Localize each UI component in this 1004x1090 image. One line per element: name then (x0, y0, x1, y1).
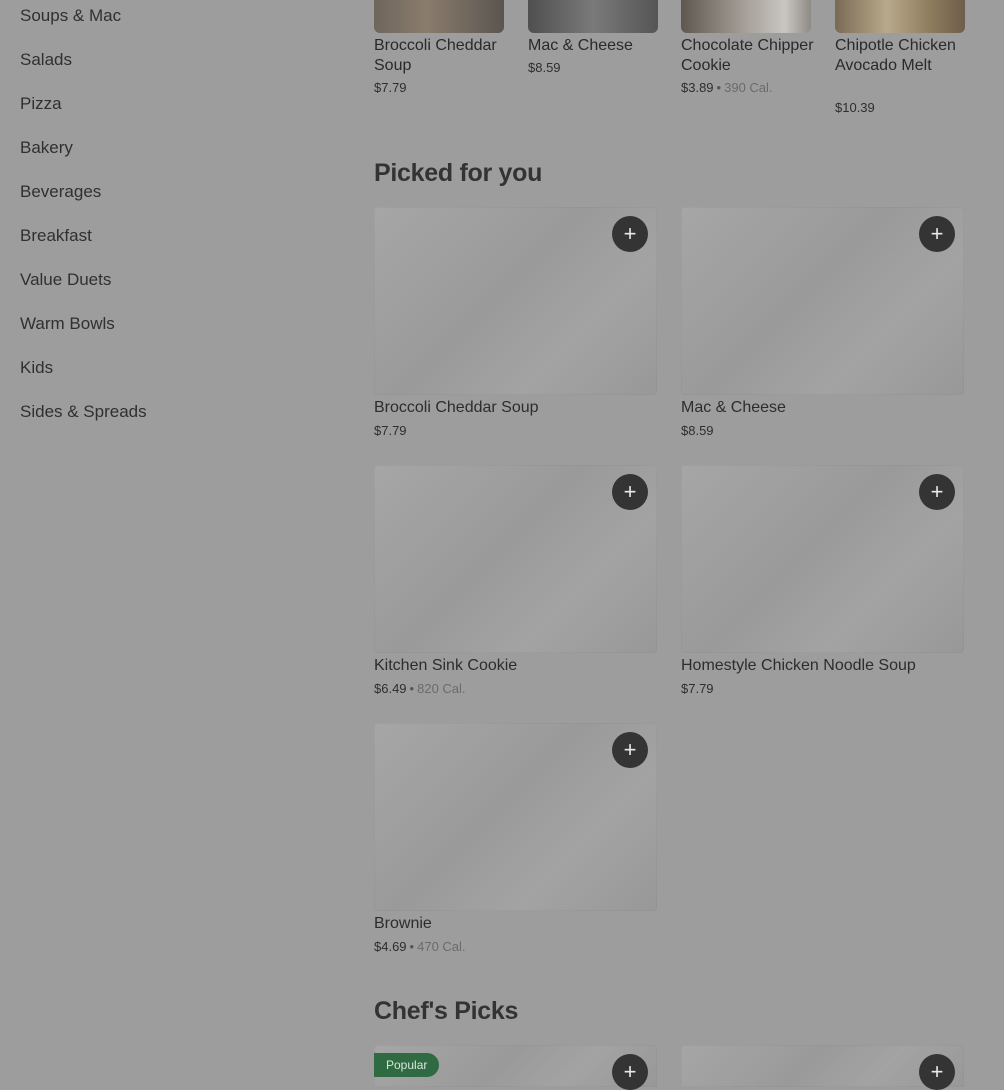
menu-card-calories: 470 Cal. (417, 939, 466, 954)
plus-icon: + (930, 479, 944, 504)
sidebar-item-warm-bowls[interactable]: Warm Bowls (20, 314, 115, 334)
popular-badge: Popular (374, 1053, 440, 1077)
menu-card-name: Kitchen Sink Cookie (374, 657, 518, 674)
featured-item-name: Mac & Cheese (528, 37, 633, 54)
section-title-chefs-picks: Chef's Picks (374, 997, 519, 1025)
plus-icon: + (930, 221, 944, 246)
menu-card-price: $7.79 (681, 681, 714, 696)
section-title-picked: Picked for you (374, 159, 543, 187)
featured-item-calories: 390 Cal. (724, 80, 773, 95)
sidebar-item-beverages[interactable]: Beverages (20, 182, 101, 202)
featured-item-name: Chipotle Chicken Avocado Melt (835, 37, 956, 74)
sidebar-item-breakfast[interactable]: Breakfast (20, 226, 92, 246)
menu-card-name: Brownie (374, 915, 432, 932)
add-to-cart-button[interactable]: + (612, 1054, 648, 1090)
featured-item-meta: $3.89 • 390 Cal. (681, 80, 773, 95)
featured-item-price: $8.59 (528, 60, 561, 75)
menu-card-meta: $6.49 • 820 Cal. (374, 681, 466, 696)
menu-card-meta: $4.69 • 470 Cal. (374, 939, 466, 954)
menu-card-price: $8.59 (681, 423, 714, 438)
featured-item-price: $7.79 (374, 80, 407, 95)
menu-card-price: $4.69 (374, 939, 407, 954)
featured-item-name: Chocolate Chipper Cookie (681, 37, 814, 74)
sidebar-item-kids[interactable]: Kids (20, 358, 53, 378)
menu-card-name: Mac & Cheese (681, 399, 786, 416)
sidebar-item-bakery[interactable]: Bakery (20, 138, 73, 158)
menu-card-price: $6.49 (374, 681, 407, 696)
menu-card-name: Broccoli Cheddar Soup (374, 399, 539, 416)
sidebar-item-value-duets[interactable]: Value Duets (20, 270, 111, 290)
plus-icon: + (623, 479, 637, 504)
sidebar-item-salads[interactable]: Salads (20, 50, 72, 70)
sidebar-item-sides-spreads[interactable]: Sides & Spreads (20, 402, 147, 422)
add-to-cart-button[interactable]: + (612, 474, 648, 510)
featured-item-image (681, 0, 811, 33)
add-to-cart-button[interactable]: + (612, 732, 648, 768)
plus-icon: + (930, 1059, 944, 1084)
featured-item-image (528, 0, 658, 33)
featured-item-image (374, 0, 504, 33)
featured-item-name: Broccoli Cheddar Soup (374, 37, 497, 74)
sidebar-item-pizza[interactable]: Pizza (20, 94, 62, 114)
featured-item-price: $3.89 (681, 80, 714, 95)
menu-card-price: $7.79 (374, 423, 407, 438)
add-to-cart-button[interactable]: + (919, 474, 955, 510)
separator-dot: • (409, 939, 415, 954)
plus-icon: + (623, 221, 637, 246)
menu-card-name: Homestyle Chicken Noodle Soup (681, 657, 916, 674)
add-to-cart-button[interactable]: + (919, 1054, 955, 1090)
add-to-cart-button[interactable]: + (612, 216, 648, 252)
featured-item-price: $10.39 (835, 100, 875, 115)
separator-dot: • (716, 80, 722, 95)
featured-item-image (835, 0, 965, 33)
menu-card-calories: 820 Cal. (417, 681, 466, 696)
add-to-cart-button[interactable]: + (919, 216, 955, 252)
plus-icon: + (623, 1059, 637, 1084)
sidebar-item-soups-mac[interactable]: Soups & Mac (20, 6, 121, 26)
plus-icon: + (623, 737, 637, 762)
separator-dot: • (409, 681, 415, 696)
